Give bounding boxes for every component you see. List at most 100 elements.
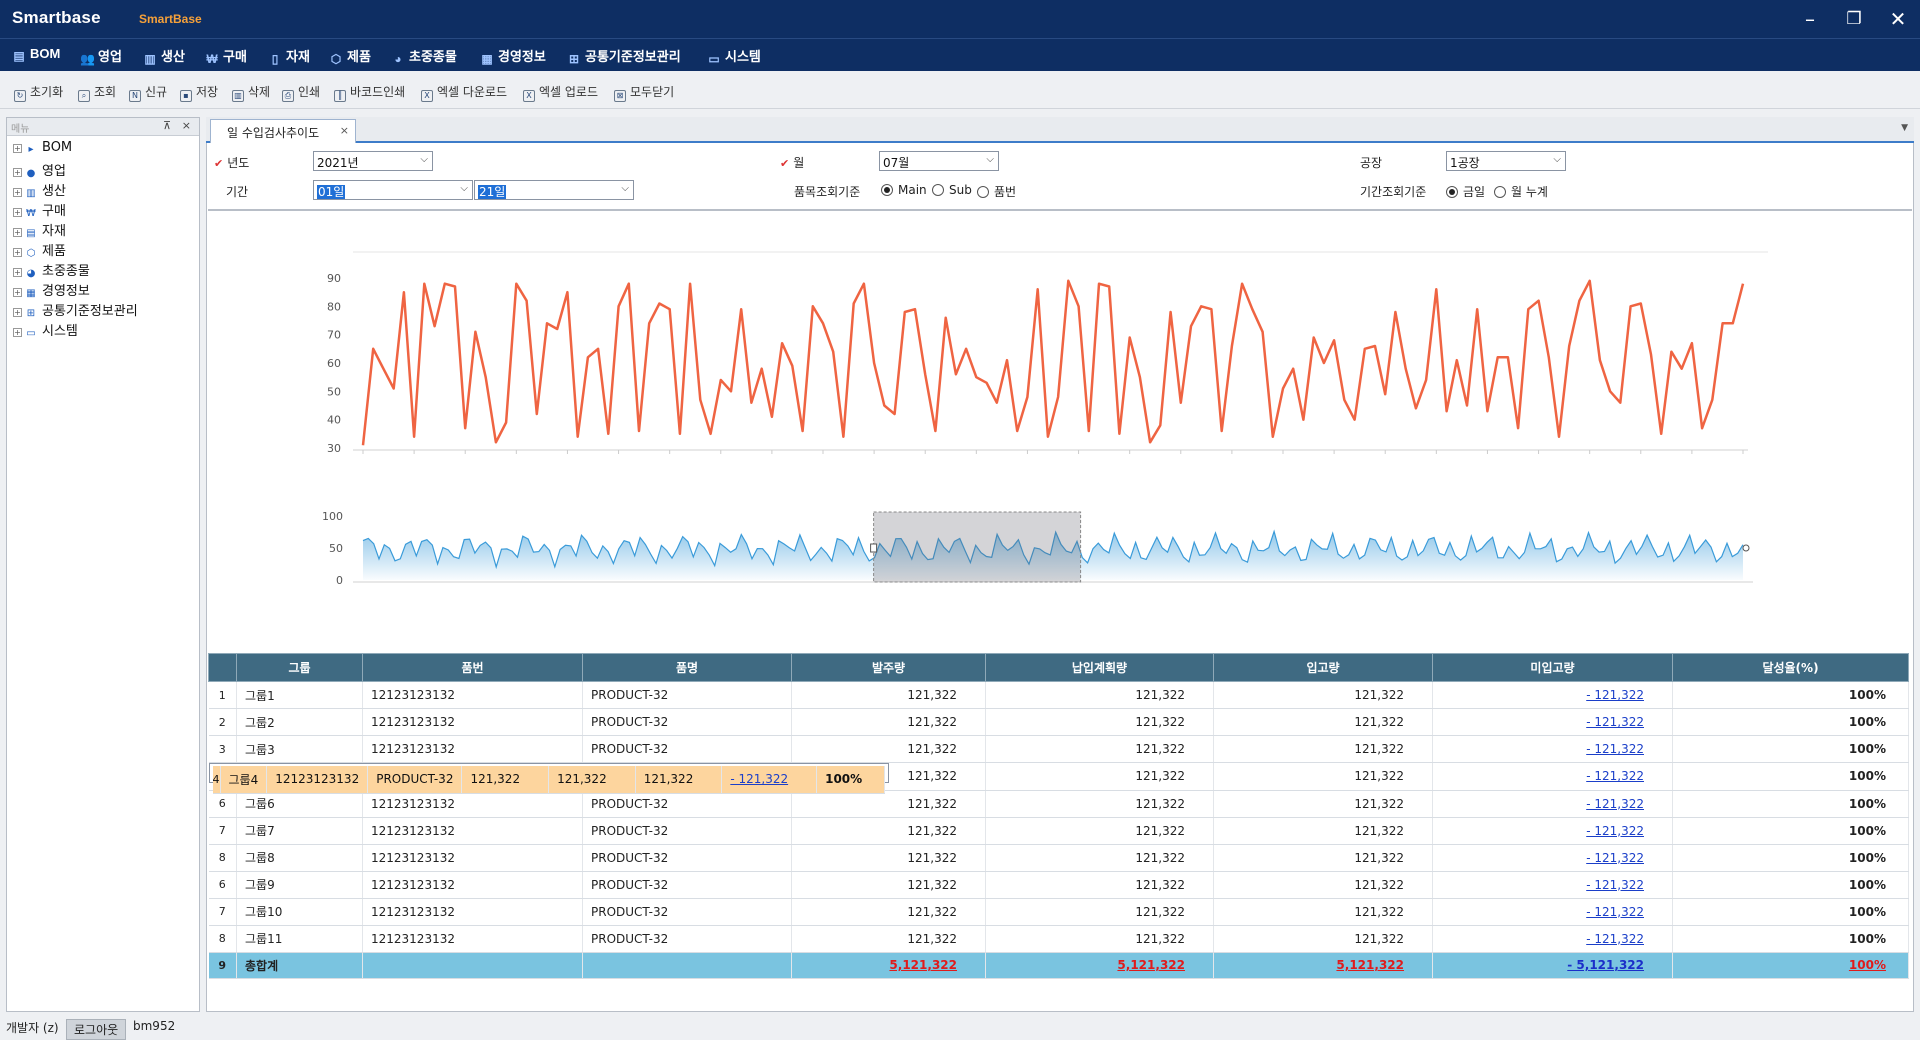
col-header-received-qty[interactable]: 입고량 (1213, 653, 1433, 682)
col-header-part-name[interactable]: 품명 (582, 653, 792, 682)
col-header-part-no[interactable]: 품번 (362, 653, 583, 682)
menu-inspection[interactable]: ◕ 초중종물 (391, 46, 456, 66)
table-row[interactable]: 6 그룹9 12123123132 PRODUCT-32 121,322 121,322 1… (208, 871, 1909, 899)
table-row[interactable]: 3 그룹3 12123123132 PRODUCT-32 121,322 121,322 1… (208, 735, 1909, 763)
menu-production[interactable]: ▥ 생산 (143, 46, 185, 66)
tab-daily-inspection[interactable]: 일 수입검사추이도 × (210, 119, 356, 143)
search-button[interactable]: ⌕ 조회 (78, 83, 116, 102)
close-all-button[interactable]: ⊠ 모두닫기 (614, 83, 674, 102)
expand-icon[interactable]: + (13, 328, 22, 337)
tree-item-common-info[interactable]: + ⊞ 공통기준정보관리 (13, 300, 138, 319)
tree-item-management[interactable]: + ▦ 경영정보 (13, 280, 90, 299)
menu-bom[interactable]: ▤ BOM (12, 46, 60, 66)
row-number: 2 (208, 708, 237, 736)
tab-menu-icon[interactable]: ▼ (1901, 123, 1908, 133)
menu-management[interactable]: ▦ 경영정보 (480, 46, 546, 66)
table-row[interactable]: 6 그룹6 12123123132 PRODUCT-32 121,322 121,322 1… (208, 790, 1909, 818)
table-row[interactable]: 7 그룹10 12123123132 PRODUCT-32 121,322 121,322… (208, 898, 1909, 926)
period-to-select[interactable]: 21일 ⌵ (474, 180, 634, 200)
col-header-achievement[interactable]: 달성율(%) (1672, 653, 1909, 682)
expand-icon[interactable]: + (13, 188, 22, 197)
print-button[interactable]: ⎙ 인쇄 (282, 83, 320, 102)
y-tick-label: 60 (327, 357, 341, 370)
save-button[interactable]: ▪ 저장 (180, 83, 218, 102)
menu-product[interactable]: ⬡ 제품 (329, 46, 371, 66)
tree-item-material[interactable]: + ▤ 자재 (13, 220, 66, 239)
expand-icon[interactable]: + (13, 288, 22, 297)
unreceived-qty-cell: - 121,322 (1432, 708, 1673, 736)
group-cell: 그룹6 (236, 790, 363, 818)
expand-icon[interactable]: + (13, 168, 22, 177)
table-row[interactable]: 4 그룹4 12123123132 PRODUCT-32 121,322 121,322 1… (208, 763, 890, 794)
chevron-down-icon: ⌵ (420, 154, 428, 165)
navigator-selection[interactable] (873, 511, 1082, 583)
menu-common-info[interactable]: ⊞ 공통기준정보관리 (567, 46, 681, 66)
chevron-down-icon: ⌵ (621, 183, 629, 194)
expand-icon[interactable]: + (13, 144, 22, 153)
excel-upload-button[interactable]: X 엑셀 업로드 (523, 83, 598, 102)
tree-item-purchase[interactable]: + ₩ 구매 (13, 200, 66, 219)
radio-sub[interactable]: Sub (932, 183, 972, 197)
menu-system[interactable]: ▭ 시스템 (707, 46, 761, 66)
expand-icon[interactable]: + (13, 268, 22, 277)
tree-item-bom[interactable]: + ▸ BOM (13, 140, 72, 158)
menu-sales[interactable]: 👥 영업 (80, 46, 122, 66)
delete-button[interactable]: ▥ 삭제 (232, 83, 270, 102)
part-name-cell: PRODUCT-32 (582, 871, 792, 899)
col-header-unreceived-qty[interactable]: 미입고량 (1432, 653, 1673, 682)
plan-qty-cell: 121,322 (985, 790, 1214, 818)
year-select[interactable]: 2021년 ⌵ (313, 151, 433, 171)
excel-download-button[interactable]: X 엑셀 다운로드 (421, 83, 507, 102)
calendar-icon: ▦ (26, 288, 36, 299)
tree-item-sales[interactable]: + ● 영업 (13, 160, 66, 179)
unreceived-qty-cell: - 121,322 (1432, 763, 1673, 791)
menu-purchase[interactable]: ₩ 구매 (205, 46, 247, 66)
minimize-icon[interactable]: – (1794, 5, 1826, 33)
part-name-cell: PRODUCT-32 (582, 925, 792, 953)
menu-material[interactable]: ▯ 자재 (268, 46, 310, 66)
tree-item-inspection[interactable]: + ◕ 초중종물 (13, 260, 90, 279)
plant-select[interactable]: 1공장 ⌵ (1446, 151, 1566, 171)
achievement-cell: 100% (1672, 925, 1909, 953)
chart-svg: 30 40 50 60 70 80 90 0 50 100 (322, 251, 1768, 587)
radio-month-total[interactable]: 월 누계 (1494, 183, 1548, 200)
tree-item-product[interactable]: + ⬡ 제품 (13, 240, 66, 259)
plan-qty-cell: 121,322 (985, 763, 1214, 791)
reset-button[interactable]: ↻ 초기화 (14, 83, 63, 102)
period-from-select[interactable]: 01일 ⌵ (313, 180, 473, 200)
people-icon: 👥 (80, 52, 95, 66)
expand-icon[interactable]: + (13, 228, 22, 237)
col-header-order-qty[interactable]: 발주량 (791, 653, 986, 682)
restore-icon[interactable]: ❐ (1838, 5, 1870, 33)
table-row[interactable]: 7 그룹7 12123123132 PRODUCT-32 121,322 121,322 1… (208, 817, 1909, 845)
radio-main[interactable]: Main (881, 183, 927, 197)
status-bar: 개발자 (z) 로그아웃 bm952 (0, 1016, 1920, 1040)
table-row[interactable]: 2 그룹2 12123123132 PRODUCT-32 121,322 121,322 1… (208, 708, 1909, 736)
expand-icon[interactable]: + (13, 248, 22, 257)
pie-icon: ◕ (394, 52, 402, 66)
month-select[interactable]: 07월 ⌵ (879, 151, 999, 171)
new-button[interactable]: N 신규 (129, 83, 167, 102)
expand-icon[interactable]: + (13, 308, 22, 317)
app-logo: Smartbase (12, 8, 101, 27)
tab-close-icon[interactable]: × (340, 124, 349, 137)
tree-item-system[interactable]: + ▭ 시스템 (13, 320, 78, 339)
table-row[interactable]: 8 그룹11 12123123132 PRODUCT-32 121,322 121,322… (208, 925, 1909, 953)
barcode-print-button[interactable]: ║ 바코드인쇄 (334, 83, 405, 102)
logout-button[interactable]: 로그아웃 (66, 1019, 127, 1040)
expand-icon[interactable]: + (13, 208, 22, 217)
close-icon[interactable]: ✕ (1882, 5, 1914, 33)
col-header-plan-qty[interactable]: 납입계획량 (985, 653, 1214, 682)
part-no-cell: 12123123132 (266, 766, 369, 794)
col-header-group[interactable]: 그룹 (236, 653, 363, 682)
table-row[interactable]: 8 그룹8 12123123132 PRODUCT-32 121,322 121,322 1… (208, 844, 1909, 872)
sidebar-close-icon[interactable]: × (182, 119, 191, 132)
tree-item-production[interactable]: + ▥ 생산 (13, 180, 66, 199)
table-row[interactable]: 1 그룹1 12123123132 PRODUCT-32 121,322 121,322 1… (208, 681, 1909, 709)
radio-part-no[interactable]: 품번 (977, 183, 1016, 200)
radio-today[interactable]: 금일 (1446, 183, 1485, 200)
navigator-handle-right[interactable] (1742, 544, 1750, 552)
row-number: 6 (208, 871, 237, 899)
pin-icon[interactable]: ⊼ (163, 119, 171, 132)
navigator-handle-left[interactable] (870, 543, 878, 553)
